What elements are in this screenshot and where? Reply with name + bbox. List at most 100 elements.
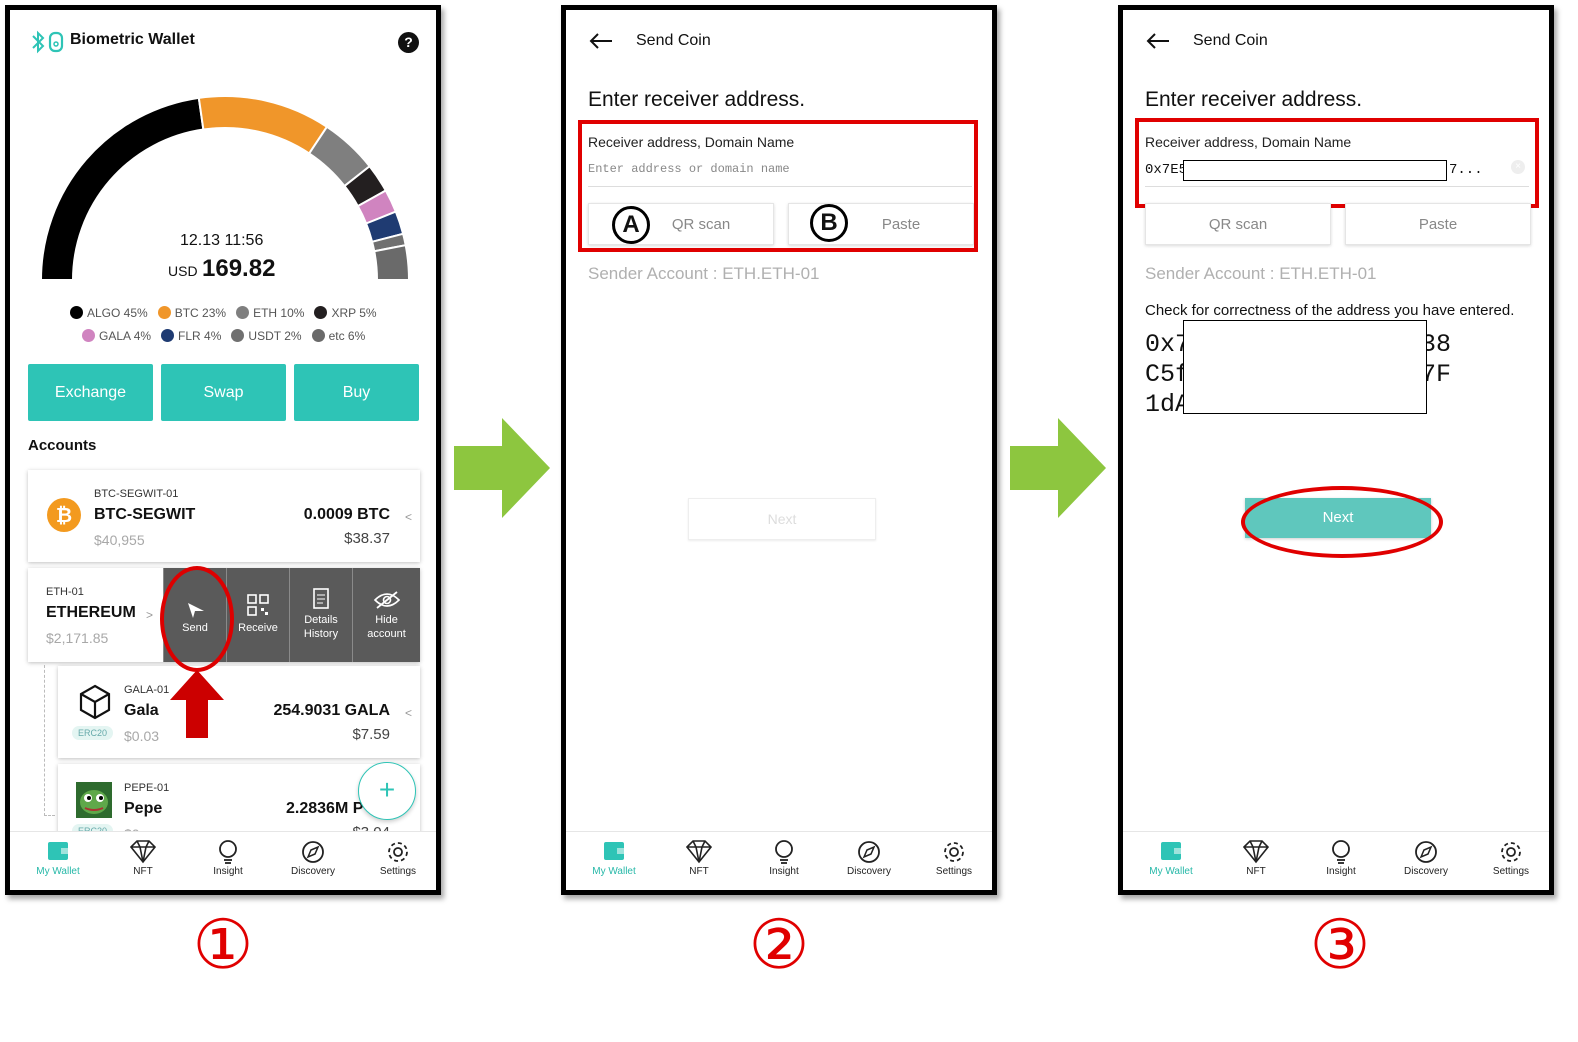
eye-off-icon: [373, 591, 401, 609]
nav-insight[interactable]: Insight: [1301, 838, 1381, 877]
nav-label: Settings: [379, 866, 417, 877]
sender-account-label: Sender Account : ETH.ETH-01: [588, 264, 820, 283]
lightbulb-icon: [1332, 840, 1350, 864]
legend-item: BTC 23%: [157, 306, 226, 320]
nav-label: NFT: [689, 866, 709, 877]
nav-label: Insight: [1326, 866, 1356, 877]
token-card-gala[interactable]: GALA-01 Gala ERC20 $0.03 254.9031 GALA $…: [58, 666, 420, 758]
nav-settings[interactable]: Settings: [1471, 838, 1549, 877]
wallet-icon: [604, 842, 624, 860]
coin-price: $40,955: [94, 532, 145, 548]
account-id: ETH-01: [46, 586, 84, 598]
phone-panel-send-empty: Send Coin Enter receiver address. Receiv…: [561, 5, 997, 895]
nav-my-wallet[interactable]: My Wallet: [1131, 838, 1211, 877]
account-card-btc[interactable]: ₿ BTC-SEGWIT-01 BTC-SEGWIT $40,955 0.000…: [28, 470, 420, 562]
token-id: GALA-01: [124, 684, 170, 696]
nav-label: My Wallet: [1149, 866, 1193, 877]
svg-text:₿: ₿: [56, 505, 72, 527]
send-highlight-ellipse: [160, 566, 234, 672]
next-highlight-ellipse: [1241, 486, 1443, 558]
help-button[interactable]: ?: [398, 32, 419, 53]
paste-button[interactable]: Paste: [1345, 203, 1531, 245]
nav-my-wallet[interactable]: My Wallet: [574, 838, 654, 877]
nav-label: Discovery: [1404, 866, 1448, 877]
prompt-heading: Enter receiver address.: [1145, 88, 1363, 111]
phone-panel-send-filled: Send Coin Enter receiver address. Receiv…: [1118, 5, 1554, 895]
document-icon: [313, 588, 329, 609]
legend-item: FLR 4%: [161, 329, 221, 343]
nav-nft[interactable]: NFT: [1216, 838, 1296, 877]
phone-panel-wallet: Biometric Wallet ? 12.13 11:56 USD 169.8…: [5, 5, 441, 895]
pepe-logo-icon: [76, 782, 112, 818]
nav-discovery[interactable]: Discovery: [829, 838, 909, 877]
biometric-logo-icon: [32, 30, 64, 54]
legend-row-2: GALA 4% FLR 4% USDT 2% etc 6%: [70, 325, 400, 348]
gauge-segment: [197, 95, 329, 155]
nav-nft[interactable]: NFT: [103, 838, 183, 877]
input-highlight-box: [578, 120, 978, 252]
nav-label: NFT: [133, 866, 153, 877]
gala-logo-icon: [79, 684, 111, 720]
nav-discovery[interactable]: Discovery: [1386, 838, 1466, 877]
gear-icon: [944, 842, 964, 862]
chevron-left-icon[interactable]: <: [405, 706, 412, 720]
nav-label: Insight: [213, 866, 243, 877]
diamond-icon: [129, 840, 157, 864]
hide-account-action-button[interactable]: Hide account: [352, 568, 420, 662]
compass-icon: [858, 841, 880, 863]
bottom-navigation: My Wallet NFT Insight Discovery Settings: [1123, 831, 1549, 890]
nav-label: NFT: [1246, 866, 1266, 877]
coin-value: $38.37: [344, 530, 390, 547]
sender-account-label: Sender Account : ETH.ETH-01: [1145, 264, 1377, 283]
legend-row-1: ALGO 45% BTC 23% ETH 10% XRP 5%: [70, 302, 400, 325]
green-right-arrow-icon: [1010, 418, 1106, 518]
step-number-3: ③: [1309, 907, 1371, 983]
nav-my-wallet[interactable]: My Wallet: [18, 838, 98, 877]
compass-icon: [302, 841, 324, 863]
nav-settings[interactable]: Settings: [914, 838, 992, 877]
token-amount: 2.2836M P: [286, 800, 364, 817]
nav-label: Settings: [935, 866, 973, 877]
timestamp: 12.13 11:56: [180, 232, 264, 249]
account-name: BTC-SEGWIT: [94, 506, 196, 523]
red-up-arrow-icon: [170, 670, 224, 738]
back-arrow-icon[interactable]: [588, 32, 614, 50]
nav-settings[interactable]: Settings: [358, 838, 436, 877]
check-instruction: Check for correctness of the address you…: [1145, 302, 1515, 319]
address-confirm-display: 0x7 38 C5f 7F 1dA: [1145, 320, 1465, 424]
swap-button[interactable]: Swap: [161, 364, 286, 421]
nav-nft[interactable]: NFT: [659, 838, 739, 877]
prompt-heading: Enter receiver address.: [588, 88, 806, 111]
buy-button[interactable]: Buy: [294, 364, 419, 421]
token-value: $7.59: [352, 726, 390, 743]
account-id: BTC-SEGWIT-01: [94, 488, 179, 500]
account-label: account: [367, 628, 406, 640]
currency-label: USD: [168, 263, 198, 279]
details-history-action-button[interactable]: Details History: [289, 568, 352, 662]
token-name: Gala: [124, 702, 159, 719]
legend-item: etc 6%: [311, 329, 365, 343]
chevron-left-icon[interactable]: <: [405, 510, 412, 524]
back-arrow-icon[interactable]: [1145, 32, 1171, 50]
total-balance: USD 169.82: [168, 255, 275, 283]
diamond-icon: [1242, 840, 1270, 864]
app-title: Biometric Wallet: [70, 31, 195, 48]
nav-insight[interactable]: Insight: [188, 838, 268, 877]
bottom-navigation: My Wallet NFT Insight Discovery Settings: [10, 831, 436, 890]
next-button-disabled[interactable]: Next: [688, 498, 876, 540]
green-right-arrow-icon: [454, 418, 550, 518]
nav-discovery[interactable]: Discovery: [273, 838, 353, 877]
wallet-icon: [48, 842, 68, 860]
qr-scan-button[interactable]: QR scan: [1145, 203, 1331, 245]
receive-action-button[interactable]: Receive: [226, 568, 289, 662]
add-token-button[interactable]: +: [358, 762, 416, 820]
nav-label: My Wallet: [36, 866, 80, 877]
diamond-icon: [685, 840, 713, 864]
tree-connector: [44, 665, 55, 816]
nav-label: My Wallet: [592, 866, 636, 877]
input-highlight-box: [1135, 118, 1539, 208]
nav-insight[interactable]: Insight: [744, 838, 824, 877]
legend-item: ETH 10%: [236, 306, 304, 320]
lightbulb-icon: [219, 840, 237, 864]
exchange-button[interactable]: Exchange: [28, 364, 153, 421]
